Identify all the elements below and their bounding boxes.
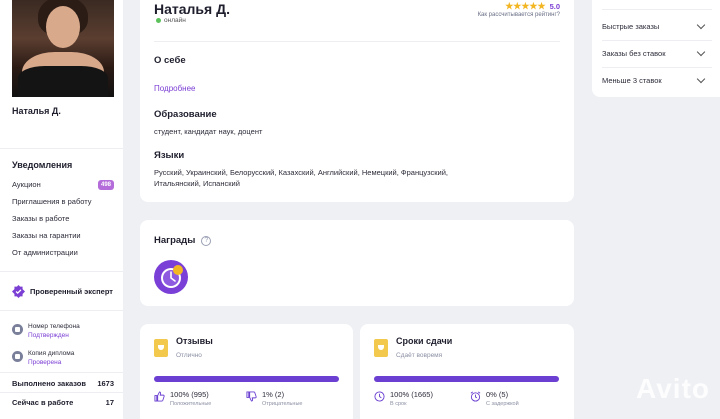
more-link[interactable]: Подробнее	[154, 84, 196, 93]
awards-title: Награды ?	[154, 235, 212, 246]
notifications-title: Уведомления	[12, 160, 73, 170]
education-title: Образование	[154, 109, 217, 120]
negative-label: Отрицательные	[262, 401, 303, 407]
avatar[interactable]	[12, 0, 114, 97]
divider	[602, 9, 712, 10]
phone-verification: Номер телефона Подтвержден	[12, 322, 80, 340]
reviews-card: Отзывы Отлично 100% (995) Положительные …	[140, 324, 353, 419]
notification-label: От администрации	[12, 248, 78, 257]
divider	[0, 148, 123, 149]
completed-value: 1673	[97, 379, 114, 388]
notification-item-in-work[interactable]: Заказы в работе	[12, 212, 114, 229]
on-time-label: В срок	[390, 401, 407, 407]
notification-item-admin[interactable]: От администрации	[12, 246, 114, 263]
avito-watermark: Avito	[636, 373, 710, 404]
phone-icon	[12, 324, 23, 335]
positive-label: Положительные	[170, 401, 212, 407]
chevron-down-icon	[696, 74, 706, 84]
profile-name: Наталья Д.	[154, 1, 230, 17]
divider	[0, 310, 123, 311]
negative-value: 1% (2)	[262, 390, 285, 399]
rating-info-link[interactable]: Как рассчитывается рейтинг?	[478, 12, 560, 18]
notifications-list: Аукцион 498 Приглашения в работу Заказы …	[12, 178, 114, 263]
auction-count-badge: 498	[97, 180, 114, 190]
verified-expert-label: Проверенный эксперт	[30, 287, 113, 296]
positive-reviews: 100% (995) Положительные	[154, 390, 211, 408]
online-dot-icon	[156, 18, 161, 23]
filter-label: Меньше 3 ставок	[602, 76, 662, 85]
negative-reviews: 1% (2) Отрицательные	[246, 390, 302, 408]
languages-title: Языки	[154, 150, 185, 161]
completed-orders-stat: Выполнено заказов 1673	[12, 379, 114, 388]
diploma-status: Проверена	[28, 359, 62, 366]
sidebar-user-name: Наталья Д.	[12, 106, 61, 116]
award-clock-icon[interactable]	[154, 260, 188, 294]
filter-few-bids[interactable]: Меньше 3 ставок	[602, 74, 706, 85]
languages-text: Русский, Украинский, Белорусский, Казахс…	[154, 168, 448, 188]
alarm-clock-icon	[470, 391, 481, 402]
deadlines-subtitle: Сдаёт вовремя	[396, 352, 443, 359]
awards-title-text: Награды	[154, 235, 196, 246]
divider	[0, 392, 123, 393]
rating-value: 5.0	[549, 2, 560, 11]
profile-card: Наталья Д. онлайн ★★★★★ 5.0 Как рассчиты…	[140, 0, 574, 202]
rating: ★★★★★ 5.0	[505, 1, 560, 12]
awards-card: Награды ?	[140, 220, 574, 306]
reviews-bookmark-icon	[154, 339, 168, 357]
now-value: 17	[105, 398, 114, 407]
notification-item-warranty[interactable]: Заказы на гарантии	[12, 229, 114, 246]
filter-label: Быстрые заказы	[602, 22, 660, 31]
positive-value: 100% (995)	[170, 390, 209, 399]
online-label: онлайн	[164, 17, 186, 24]
current-orders-stat: Сейчас в работе 17	[12, 398, 114, 407]
on-time-stat: 100% (1665) В срок	[374, 390, 433, 408]
reviews-subtitle: Отлично	[176, 352, 202, 359]
now-label: Сейчас в работе	[12, 398, 74, 407]
about-title: О себе	[154, 55, 186, 66]
thumbs-up-icon	[154, 391, 165, 402]
help-icon[interactable]: ?	[201, 235, 212, 246]
filter-no-bids[interactable]: Заказы без ставок	[602, 47, 706, 58]
filter-fast-orders[interactable]: Быстрые заказы	[602, 20, 706, 31]
on-time-value: 100% (1665)	[390, 390, 433, 399]
chevron-down-icon	[696, 20, 706, 30]
phone-status: Подтвержден	[28, 332, 69, 339]
reviews-progress-bar	[154, 376, 339, 382]
deadlines-card: Сроки сдачи Сдаёт вовремя 100% (1665) В …	[360, 324, 574, 419]
rating-stars-icon: ★★★★★	[505, 1, 546, 11]
notification-label: Аукцион	[12, 180, 41, 189]
verified-expert: Проверенный эксперт	[12, 285, 113, 298]
divider	[602, 67, 712, 68]
divider	[0, 372, 123, 373]
notification-item-invitations[interactable]: Приглашения в работу	[12, 195, 114, 212]
notification-item-auction[interactable]: Аукцион 498	[12, 178, 114, 195]
notification-label: Заказы в работе	[12, 214, 70, 223]
diploma-verification: Копия диплома Проверена	[12, 349, 74, 367]
chevron-down-icon	[696, 47, 706, 57]
late-stat: 0% (5) С задержкой	[470, 390, 519, 408]
online-status: онлайн	[156, 17, 186, 24]
late-value: 0% (5)	[486, 390, 509, 399]
profile-sidebar: Наталья Д. Уведомления Аукцион 498 Пригл…	[0, 0, 123, 419]
verified-badge-icon	[12, 285, 25, 298]
phone-label: Номер телефона	[28, 323, 80, 330]
notification-label: Заказы на гарантии	[12, 231, 81, 240]
completed-label: Выполнено заказов	[12, 379, 86, 388]
divider	[0, 271, 123, 272]
deadlines-bookmark-icon	[374, 339, 388, 357]
divider	[154, 41, 560, 42]
divider	[602, 40, 712, 41]
thumbs-down-icon	[246, 391, 257, 402]
deadlines-title: Сроки сдачи	[396, 336, 453, 346]
notification-label: Приглашения в работу	[12, 197, 92, 206]
filter-label: Заказы без ставок	[602, 49, 666, 58]
education-text: студент, кандидат наук, доцент	[154, 127, 263, 136]
order-filters-card: Быстрые заказы Заказы без ставок Меньше …	[592, 0, 720, 97]
deadlines-progress-bar	[374, 376, 559, 382]
reviews-title: Отзывы	[176, 336, 213, 346]
clock-icon	[374, 391, 385, 402]
diploma-icon	[12, 351, 23, 362]
late-label: С задержкой	[486, 401, 519, 407]
diploma-label: Копия диплома	[28, 350, 75, 357]
